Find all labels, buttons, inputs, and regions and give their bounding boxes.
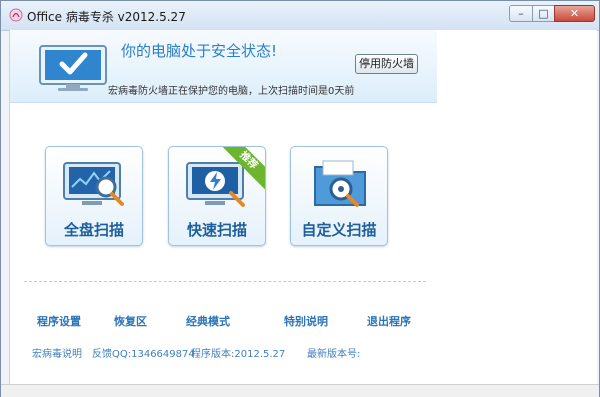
shield-monitor-icon [39, 45, 107, 91]
window-title: Office 病毒专杀 v2012.5.27 [27, 10, 186, 24]
program-version: 程序版本:2012.5.27 [191, 349, 286, 360]
app-window: Office 病毒专杀 v2012.5.27 – □ ✕ 你的电脑处于安全状态!… [0, 0, 600, 397]
quick-scan-label: 快速扫描 [186, 221, 247, 239]
status-description: 宏病毒防火墙正在保护您的电脑，上次扫描时间是0天前 [108, 86, 355, 97]
maximize-icon: □ [538, 7, 549, 20]
bottom-strip [1, 384, 599, 397]
quick-scan-button[interactable]: 快速扫描 推荐 [168, 146, 266, 246]
about-macro-virus-link[interactable]: 宏病毒说明 [32, 345, 82, 360]
special-notes-link[interactable]: 特别说明 [284, 313, 328, 329]
latest-version: 最新版本号: [307, 349, 361, 360]
divider [24, 281, 426, 282]
side-panel [437, 30, 597, 384]
exit-link[interactable]: 退出程序 [367, 313, 411, 329]
close-icon: ✕ [569, 7, 580, 20]
status-banner: 你的电脑处于安全状态! 宏病毒防火墙正在保护您的电脑，上次扫描时间是0天前 停用… [10, 30, 437, 103]
title-bar[interactable]: Office 病毒专杀 v2012.5.27 – □ ✕ [1, 1, 599, 31]
custom-scan-icon [314, 160, 366, 207]
full-scan-icon [63, 162, 124, 206]
minimize-button[interactable]: – [509, 5, 533, 22]
disable-firewall-button[interactable]: 停用防火墙 [355, 54, 418, 74]
full-scan-button[interactable]: 全盘扫描 [45, 146, 143, 246]
maximize-button[interactable]: □ [532, 5, 555, 22]
minimize-icon: – [518, 7, 524, 20]
classic-mode-link[interactable]: 经典模式 [186, 313, 230, 329]
full-scan-label: 全盘扫描 [63, 221, 124, 239]
custom-scan-label: 自定义扫描 [301, 221, 377, 239]
custom-scan-button[interactable]: 自定义扫描 [290, 146, 388, 246]
close-button[interactable]: ✕ [554, 5, 595, 22]
status-title: 你的电脑处于安全状态! [121, 42, 278, 60]
quarantine-link[interactable]: 恢复区 [114, 313, 147, 329]
main-panel: 你的电脑处于安全状态! 宏病毒防火墙正在保护您的电脑，上次扫描时间是0天前 停用… [9, 30, 438, 384]
settings-link[interactable]: 程序设置 [37, 313, 81, 329]
feedback-qq: 反馈QQ:1346649874 [92, 349, 195, 360]
app-logo-icon [9, 8, 23, 22]
